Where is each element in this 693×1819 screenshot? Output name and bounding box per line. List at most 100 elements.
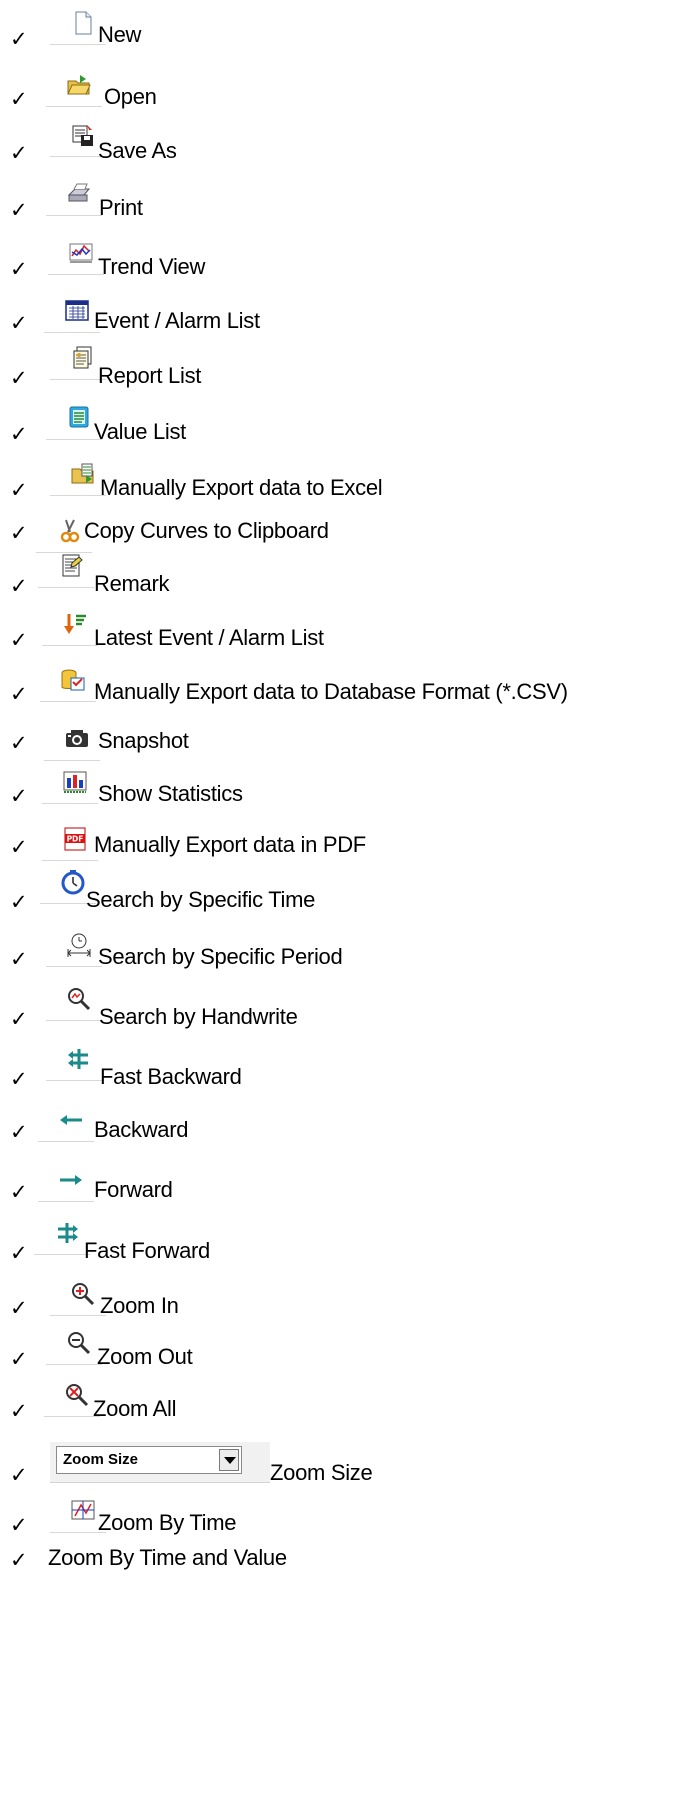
feature-label: Fast Forward: [84, 1238, 210, 1263]
feature-item: ✓ Snapshot: [0, 716, 693, 764]
zoom-in-icon: [70, 1281, 96, 1307]
checkmark-icon: ✓: [10, 1007, 28, 1031]
checkmark-icon: ✓: [10, 87, 28, 111]
chevron-down-icon[interactable]: [219, 1449, 239, 1471]
feature-item: ✓ Latest Event / Alarm List: [0, 613, 693, 661]
feature-item: ✓ Search by Specific Period: [0, 932, 693, 980]
feature-label: Copy Curves to Clipboard: [84, 518, 329, 543]
checkmark-icon: ✓: [10, 1180, 28, 1204]
checkmark-icon: ✓: [10, 784, 28, 808]
feature-item: ✓ Fast Backward: [0, 1049, 693, 1100]
feature-label: Snapshot: [98, 728, 189, 753]
feature-label: Zoom By Time and Value: [48, 1545, 287, 1570]
feature-item: ✓ Zoom In: [0, 1281, 693, 1329]
feature-label: Print: [99, 195, 143, 220]
checkmark-icon: ✓: [10, 27, 28, 51]
feature-item: ✓ Report List: [0, 346, 693, 399]
handwrite-search-icon: [66, 986, 92, 1012]
print-icon: [66, 181, 92, 207]
checkmark-icon: ✓: [10, 682, 28, 706]
feature-label: Manually Export data to Database Format …: [94, 679, 568, 704]
camera-icon: [64, 726, 90, 752]
checkmark-icon: ✓: [10, 947, 28, 971]
open-folder-icon: [66, 72, 92, 98]
checkmark-icon: ✓: [10, 890, 28, 914]
feature-item: ✓ Value List: [0, 405, 693, 455]
checkmark-icon: ✓: [10, 1296, 28, 1320]
feature-label: Search by Specific Time: [86, 887, 316, 912]
trend-view-icon: [68, 240, 94, 266]
feature-item: ✓ Zoom All: [0, 1384, 693, 1432]
checkmark-icon: ✓: [10, 257, 28, 281]
statistics-icon: [62, 769, 88, 795]
feature-label: Latest Event / Alarm List: [94, 625, 324, 650]
checkmark-icon: ✓: [10, 1120, 28, 1144]
checkmark-icon: ✓: [10, 311, 28, 335]
checkmark-icon: ✓: [10, 1067, 28, 1091]
feature-label: Zoom By Time: [98, 1510, 237, 1535]
forward-icon: [58, 1167, 84, 1193]
feature-label: Backward: [94, 1117, 189, 1142]
feature-item: ✓ Manually Export data to Database Format…: [0, 667, 693, 715]
feature-label: Search by Handwrite: [99, 1004, 298, 1029]
feature-item: ✓ Search by Specific Time: [0, 870, 693, 923]
feature-item: ✓ PDF Manually Export data in PDF: [0, 820, 693, 868]
checkmark-icon: ✓: [10, 1463, 28, 1487]
feature-item: ✓ Backward: [0, 1105, 693, 1153]
feature-label: Fast Backward: [100, 1064, 242, 1089]
checkmark-icon: ✓: [10, 1241, 28, 1265]
new-file-icon: [70, 10, 96, 36]
value-list-icon: [66, 405, 92, 431]
feature-item: ✓ Search by Handwrite: [0, 988, 693, 1040]
pdf-icon: PDF: [62, 826, 88, 852]
feature-item: ✓ New: [0, 10, 693, 60]
report-list-icon: [70, 345, 96, 371]
feature-label: Open: [104, 84, 157, 109]
svg-text:PDF: PDF: [67, 835, 84, 844]
feature-label: Report List: [98, 363, 202, 388]
feature-label: Forward: [94, 1177, 173, 1202]
feature-item: ✓ Print: [0, 183, 693, 231]
zoom-size-select[interactable]: Zoom Size: [56, 1446, 242, 1474]
event-alarm-list-icon: [64, 298, 90, 324]
export-excel-icon: [70, 461, 96, 487]
checkmark-icon: ✓: [10, 835, 28, 859]
period-clock-icon: [66, 932, 92, 958]
checkmark-icon: ✓: [10, 198, 28, 222]
feature-label: Manually Export data in PDF: [94, 832, 366, 857]
export-csv-icon: [60, 667, 86, 693]
checkmark-icon: ✓: [10, 628, 28, 652]
checkmark-icon: ✓: [10, 1548, 28, 1572]
feature-item: ✓ Zoom By Time and Value: [0, 1533, 693, 1581]
zoom-out-icon: [66, 1330, 92, 1356]
feature-label: Zoom Out: [97, 1344, 193, 1369]
remark-icon: [58, 553, 84, 579]
scissors-icon: [56, 518, 82, 544]
feature-label: Manually Export data to Excel: [100, 475, 383, 500]
checkmark-icon: ✓: [10, 521, 28, 545]
stopwatch-icon: [60, 869, 86, 895]
feature-label: Zoom Size: [270, 1460, 373, 1485]
feature-label: Show Statistics: [98, 781, 243, 806]
checkmark-icon: ✓: [10, 731, 28, 755]
feature-label: Search by Specific Period: [98, 944, 343, 969]
feature-label: New: [98, 22, 142, 47]
feature-item: ✓ Remark: [0, 554, 693, 607]
checkmark-icon: ✓: [10, 422, 28, 446]
fast-forward-icon: [54, 1220, 80, 1246]
feature-item: ✓ Forward: [0, 1165, 693, 1213]
feature-label: Event / Alarm List: [94, 308, 260, 333]
fast-backward-icon: [66, 1046, 92, 1072]
feature-label: Remark: [94, 571, 170, 596]
feature-label: Zoom In: [100, 1293, 179, 1318]
zoom-size-select-value: Zoom Size: [63, 1451, 139, 1468]
checkmark-icon: ✓: [10, 1399, 28, 1423]
feature-label: Zoom All: [93, 1396, 177, 1421]
latest-event-icon: [62, 611, 88, 637]
zoom-by-time-icon: [70, 1498, 96, 1524]
feature-label: Value List: [94, 419, 186, 444]
save-as-icon: [70, 122, 96, 148]
feature-label: Save As: [98, 138, 177, 163]
feature-label: Trend View: [98, 254, 206, 279]
feature-item: ✓ Manually Export data to Excel: [0, 463, 693, 511]
